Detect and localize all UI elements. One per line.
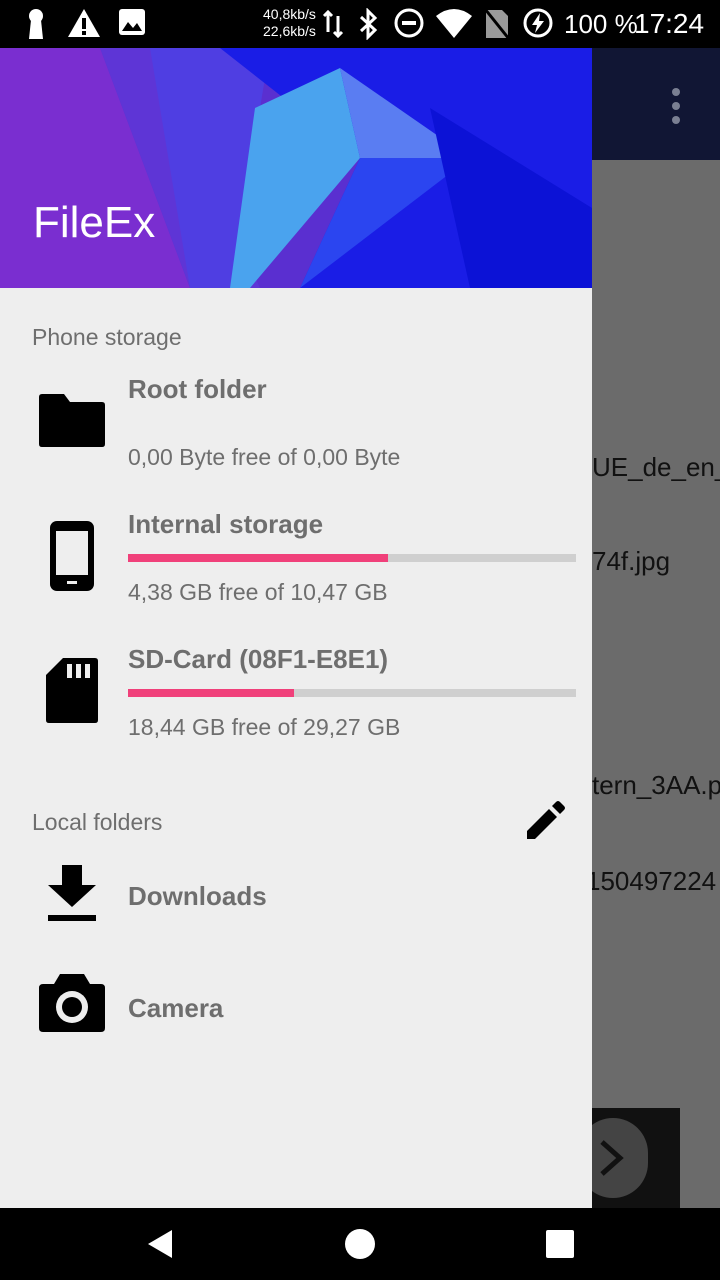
- overflow-menu-icon[interactable]: [664, 86, 688, 126]
- system-nav-bar: [0, 1208, 720, 1280]
- no-sim-icon: [483, 8, 511, 45]
- recents-icon[interactable]: [542, 1226, 578, 1262]
- background-file-name: UE_de_en_: [592, 452, 720, 482]
- data-transfer-icon: [322, 9, 344, 43]
- clock: 17:24: [634, 8, 705, 39]
- section-title-phone-storage: Phone storage: [32, 324, 182, 350]
- network-speed: 40,8kb/s 22,6kb/s: [263, 6, 316, 40]
- drawer-item-camera[interactable]: Camera: [0, 955, 592, 1059]
- warning-icon: [67, 8, 101, 43]
- header-background-image: [0, 48, 592, 288]
- drawer-item-label: SD-Card (08F1-E8E1): [128, 644, 389, 674]
- image-icon: [118, 8, 146, 41]
- net-down-text: 22,6kb/s: [263, 23, 316, 39]
- app-title: FileEx: [33, 198, 156, 247]
- drawer-item-downloads[interactable]: Downloads: [0, 843, 592, 947]
- navigation-drawer: FileEx Phone storage Root folder 0,00 By…: [0, 48, 592, 1208]
- download-icon: [46, 863, 98, 928]
- drawer-item-label: Camera: [128, 993, 224, 1023]
- folder-icon: [38, 392, 106, 453]
- storage-free-text: 18,44 GB free of 29,27 GB: [128, 714, 401, 740]
- drawer-item-label: Root folder: [128, 374, 267, 404]
- storage-free-text: 0,00 Byte free of 0,00 Byte: [128, 444, 401, 470]
- drawer-item-label: Internal storage: [128, 509, 324, 539]
- sd-card-icon: [45, 657, 99, 730]
- battery-percent: 100 %: [564, 9, 638, 39]
- net-up-text: 40,8kb/s: [263, 6, 316, 22]
- drawer-item-sd-card[interactable]: SD-Card (08F1-E8E1) 18,44 GB free of 29,…: [0, 630, 592, 758]
- storage-usage-fill: [128, 554, 388, 562]
- status-bar: 40,8kb/s 22,6kb/s 100 % 17:24: [0, 0, 720, 48]
- storage-free-text: 4,38 GB free of 10,47 GB: [128, 579, 388, 605]
- keyhole-icon: [24, 8, 48, 45]
- drawer-header: FileEx: [0, 48, 592, 288]
- edit-folders-button[interactable]: [522, 800, 566, 844]
- home-icon[interactable]: [342, 1226, 378, 1262]
- drawer-item-internal-storage[interactable]: Internal storage 4,38 GB free of 10,47 G…: [0, 495, 592, 623]
- drawer-item-root-folder[interactable]: Root folder 0,00 Byte free of 0,00 Byte: [0, 360, 592, 488]
- background-file-name: 150497224: [586, 866, 717, 896]
- back-icon[interactable]: [142, 1226, 178, 1262]
- storage-usage-bar: [128, 689, 576, 697]
- phone-icon: [48, 519, 96, 598]
- background-file-name: 74f.jpg: [592, 546, 671, 576]
- storage-usage-fill: [128, 689, 294, 697]
- bluetooth-icon: [358, 7, 380, 45]
- pencil-icon: [527, 801, 565, 839]
- battery-charging-icon: [523, 8, 553, 43]
- camera-icon: [38, 972, 106, 1039]
- background-file-name: tern_3AA.p: [592, 770, 720, 800]
- wifi-icon: [436, 8, 472, 43]
- drawer-item-label: Downloads: [128, 881, 267, 911]
- do-not-disturb-icon: [394, 8, 424, 43]
- storage-usage-bar: [128, 554, 576, 562]
- section-title-local-folders: Local folders: [32, 809, 163, 835]
